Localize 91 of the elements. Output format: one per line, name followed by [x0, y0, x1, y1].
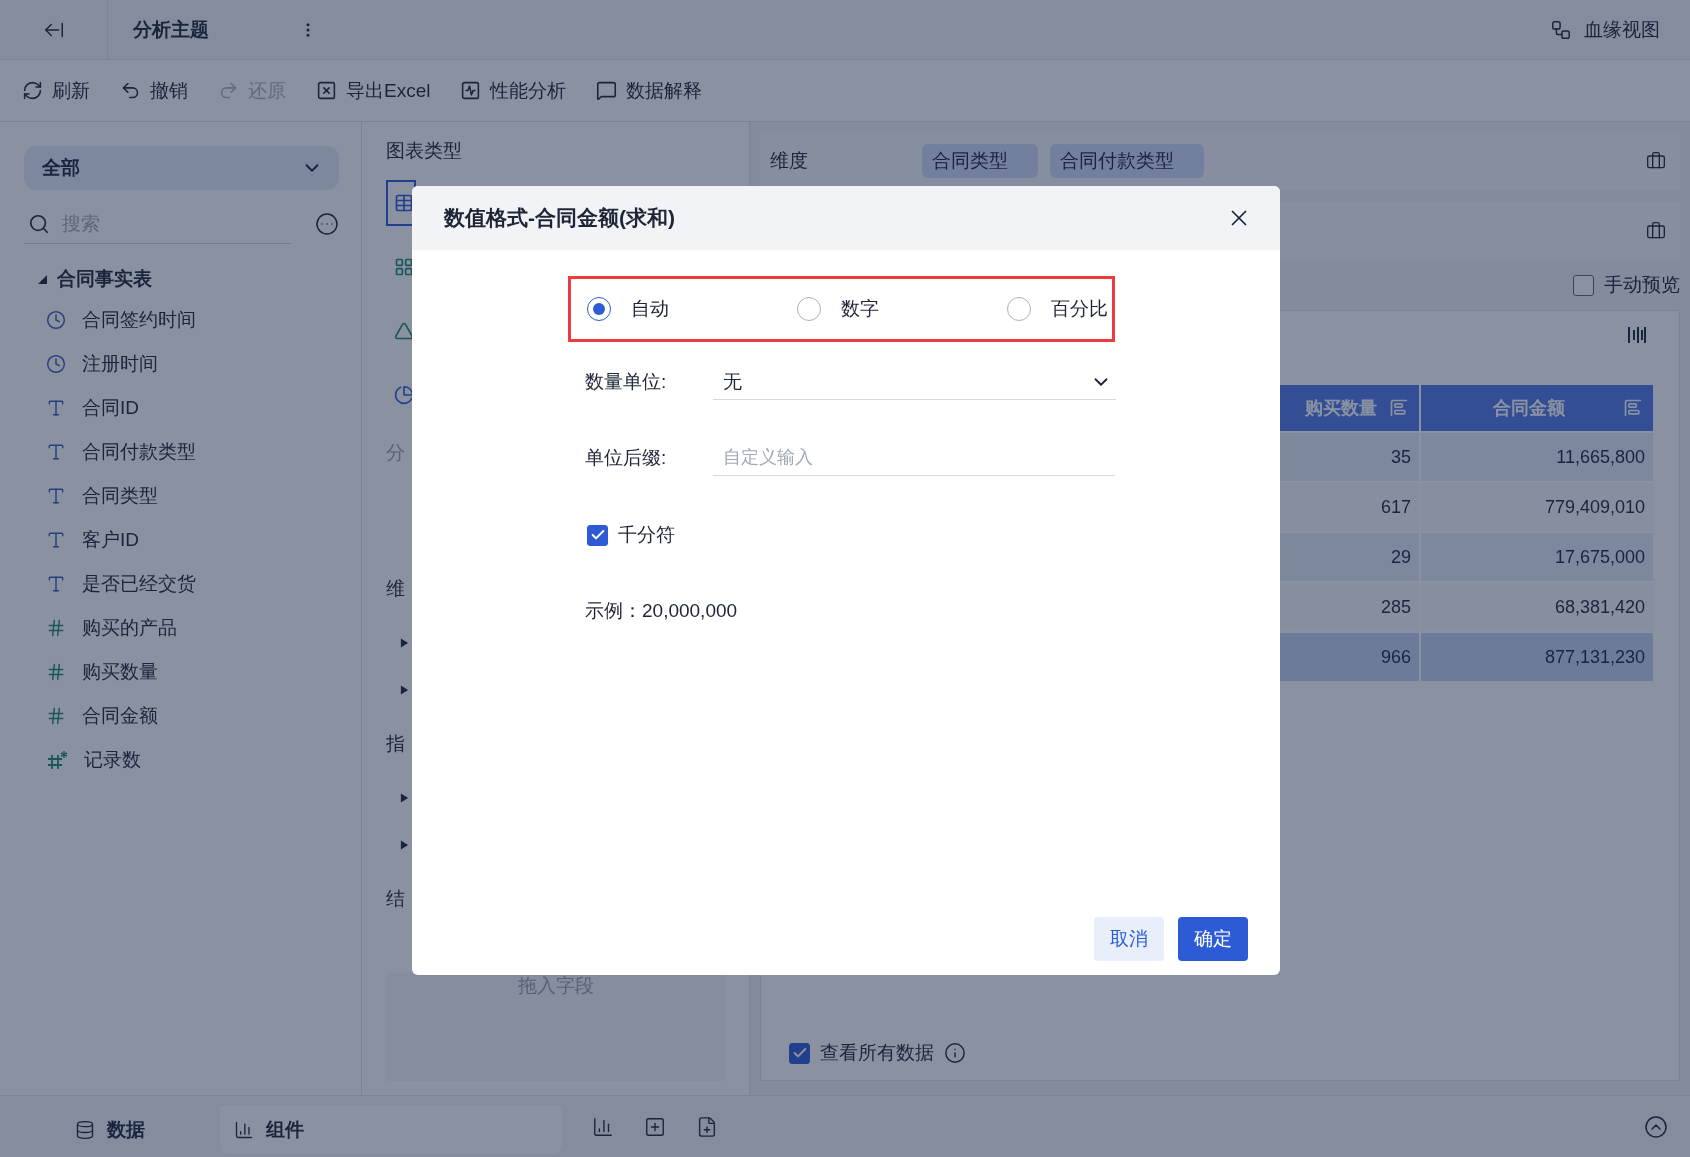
scope-dropdown[interactable]: 全部: [24, 146, 339, 190]
field-item[interactable]: 购买数量: [24, 650, 339, 694]
radio-option[interactable]: 数字: [797, 296, 1007, 322]
add-square-icon[interactable]: [644, 1115, 666, 1138]
flow-icon: [1550, 18, 1572, 41]
checkbox-label: 查看所有数据: [820, 1041, 934, 1065]
text-type-icon: [46, 574, 66, 594]
add-file-icon[interactable]: [696, 1115, 718, 1138]
field-item[interactable]: 合同类型: [24, 474, 339, 518]
info-icon[interactable]: [944, 1042, 966, 1064]
field-item[interactable]: 客户ID: [24, 518, 339, 562]
field-item[interactable]: 购买的产品: [24, 606, 339, 650]
bars-icon[interactable]: [1627, 325, 1647, 345]
section-label: 指: [386, 732, 405, 756]
add-chart-icon[interactable]: [592, 1115, 614, 1138]
table-cell: 68,381,420: [1421, 583, 1653, 631]
undo-icon: [120, 80, 141, 101]
checkbox-label: 手动预览: [1604, 273, 1680, 297]
field-item[interactable]: 是否已经交货: [24, 562, 339, 606]
field-tag[interactable]: 合同类型: [922, 144, 1038, 178]
table-cell: 617: [1279, 483, 1419, 531]
clock-icon: [46, 354, 66, 374]
collapse-icon[interactable]: [1644, 1114, 1668, 1139]
row-label: 维度: [770, 149, 809, 173]
text-type-icon: [46, 442, 66, 462]
hash-icon: [46, 618, 66, 638]
search-icon: [28, 212, 50, 235]
text-type-icon: [46, 530, 66, 550]
caret-icon[interactable]: [400, 684, 409, 696]
table-cell: 11,665,800: [1421, 433, 1653, 481]
tree-node[interactable]: 合同事实表: [38, 266, 339, 292]
example-text: 示例：20,000,000: [585, 599, 739, 623]
caret-icon[interactable]: [400, 637, 409, 649]
thousands-checkbox[interactable]: 千分符: [587, 522, 675, 548]
field-item[interactable]: 合同签约时间: [24, 298, 339, 342]
hash-icon: [46, 662, 66, 682]
unit-select[interactable]: 无: [713, 364, 1116, 400]
table-cell: 779,409,010: [1421, 483, 1653, 531]
pie-chart-icon: [394, 383, 414, 407]
radio-option[interactable]: 自动: [587, 296, 797, 322]
section-label: 图表类型: [386, 139, 462, 163]
table-cell: 17,675,000: [1421, 533, 1653, 581]
more-icon[interactable]: [315, 212, 339, 236]
field-tag[interactable]: 合同付款类型: [1050, 144, 1204, 178]
cancel-button[interactable]: 取消: [1094, 917, 1164, 961]
bottom-tab[interactable]: 数据: [0, 1106, 220, 1154]
column-header[interactable]: 合同金额: [1421, 385, 1653, 431]
field-item[interactable]: 合同付款类型: [24, 430, 339, 474]
briefcase-icon[interactable]: [1646, 221, 1666, 241]
pulse-box-icon: [460, 80, 482, 101]
column-header[interactable]: 购买数量: [1279, 385, 1419, 431]
briefcase-icon[interactable]: [1646, 151, 1666, 171]
refresh-icon: [22, 80, 43, 101]
table-cell: 966: [1279, 633, 1419, 681]
toolbar-button[interactable]: 刷新: [20, 73, 92, 108]
field-label: 数量单位:: [585, 370, 668, 394]
clock-icon: [46, 310, 66, 330]
dialog-title: 数值格式-合同金额(求和): [444, 205, 675, 231]
table-cell: 35: [1279, 433, 1419, 481]
x-box-icon: [316, 80, 337, 101]
section-label: 结: [386, 887, 405, 911]
toolbar-button[interactable]: 导出Excel: [314, 73, 433, 108]
table-cell: 877,131,230: [1421, 633, 1653, 681]
field-item[interactable]: 合同ID: [24, 386, 339, 430]
field-item[interactable]: 记录数: [24, 738, 339, 782]
database-icon: [75, 1120, 95, 1140]
lineage-view-button[interactable]: 血缘视图: [1544, 15, 1666, 44]
text-type-icon: [46, 398, 66, 418]
field-label: 单位后缀:: [585, 446, 668, 470]
caret-icon[interactable]: [400, 839, 409, 851]
bottom-tab[interactable]: 组件: [220, 1106, 562, 1154]
redo-icon: [218, 80, 239, 101]
field-item[interactable]: 注册时间: [24, 342, 339, 386]
hash-icon: [46, 706, 66, 726]
section-label: 维: [386, 577, 405, 601]
checkbox[interactable]: [1573, 274, 1594, 296]
toolbar-button[interactable]: 数据解释: [594, 73, 705, 108]
table-cell: 29: [1279, 533, 1419, 581]
radio-option[interactable]: 百分比: [1007, 296, 1112, 322]
checkbox[interactable]: [789, 1042, 810, 1064]
toolbar-button[interactable]: 性能分析: [458, 73, 569, 108]
hash-star-icon: [46, 750, 68, 770]
toolbar-button[interactable]: 撤销: [118, 73, 190, 108]
chat-box-icon: [596, 80, 618, 101]
caret-icon[interactable]: [400, 792, 409, 804]
confirm-button[interactable]: 确定: [1178, 917, 1248, 961]
field-item[interactable]: 合同金额: [24, 694, 339, 738]
page-title: 分析主题: [133, 17, 209, 42]
text-type-icon: [46, 486, 66, 506]
bar-chart-icon: [234, 1120, 254, 1140]
table-cell: 285: [1279, 583, 1419, 631]
